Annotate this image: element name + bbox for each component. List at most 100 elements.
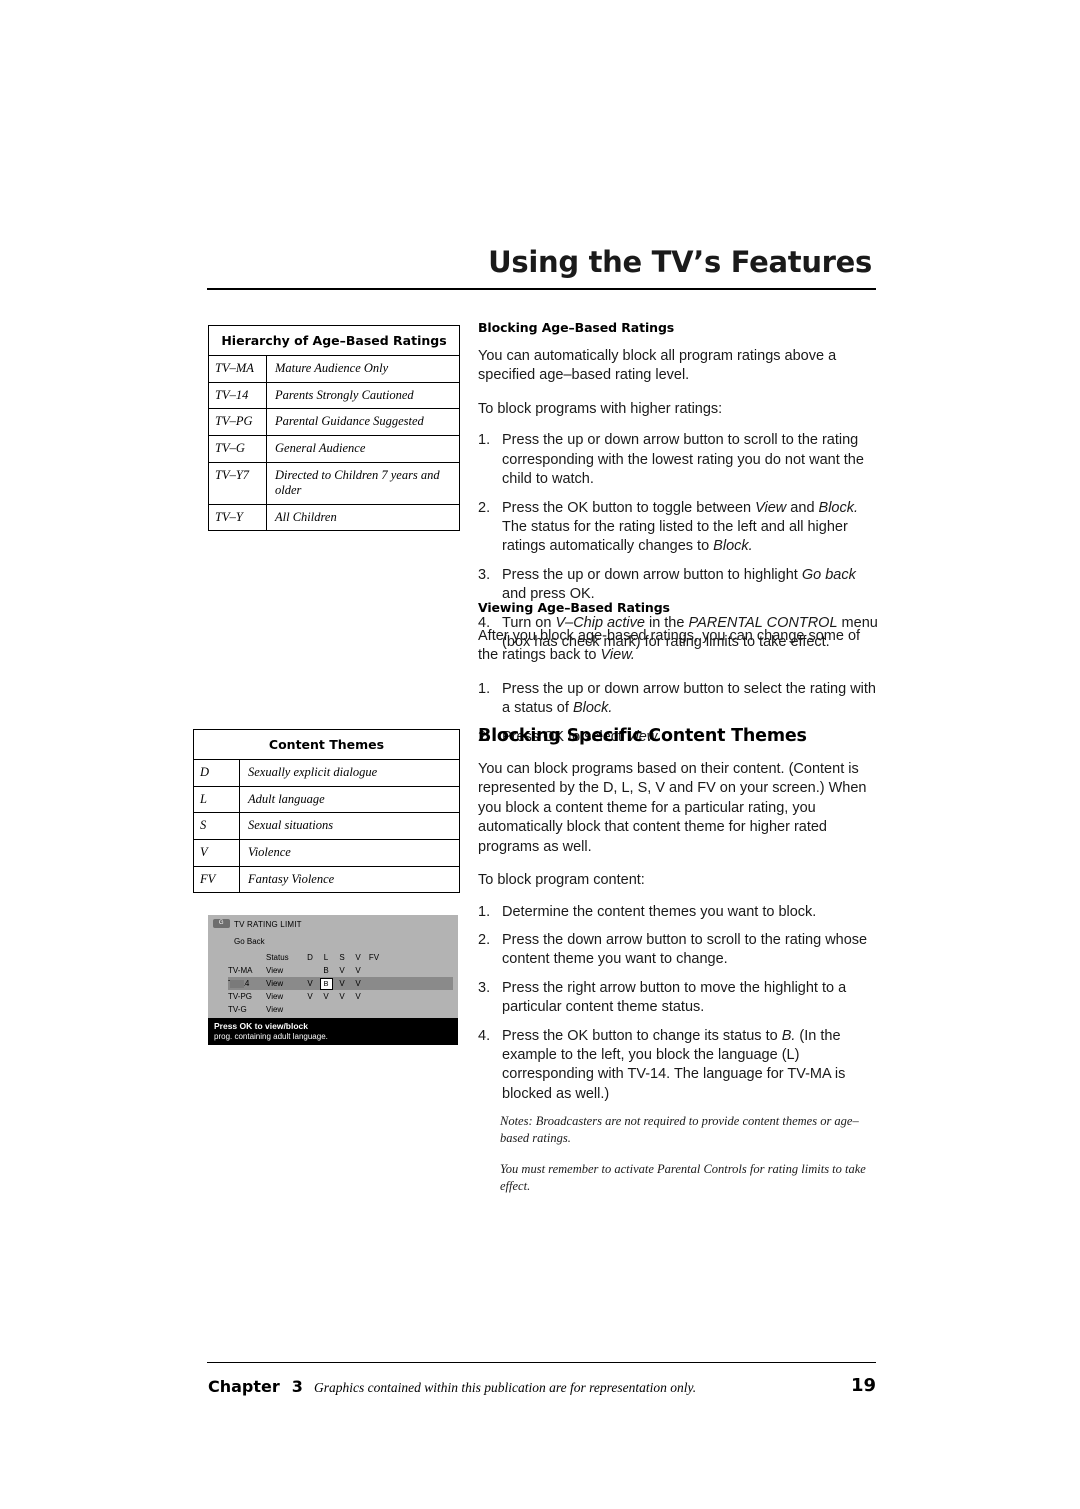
viewing-age-heading: Viewing Age–Based Ratings bbox=[478, 600, 670, 615]
step-text: Press the up or down arrow button to sel… bbox=[502, 680, 876, 717]
viewing-age-intro: After you block age-based ratings, you c… bbox=[478, 628, 861, 664]
tv-row-label: TV-MA bbox=[228, 966, 253, 975]
list-item: 1. Press the up or down arrow button to … bbox=[478, 680, 878, 719]
tv-cell-v[interactable]: V bbox=[350, 979, 366, 988]
col-d: D bbox=[307, 953, 313, 962]
blocking-themes-intro: You can block programs based on their co… bbox=[478, 761, 867, 855]
rating-code: TV–PG bbox=[209, 409, 267, 435]
rating-description: Mature Audience Only bbox=[275, 361, 389, 375]
theme-description: Adult language bbox=[248, 791, 325, 806]
rating-code: TV–G bbox=[209, 435, 267, 462]
list-item: 1. Determine the content themes you want… bbox=[478, 903, 878, 922]
list-item: 2. Press the OK button to toggle between… bbox=[478, 499, 878, 557]
list-item: 2. Press the down arrow button to scroll… bbox=[478, 931, 878, 970]
header-divider bbox=[207, 288, 876, 290]
tv-row-indicator bbox=[230, 979, 244, 988]
tv-grid-row[interactable]: TV-G View bbox=[228, 1003, 453, 1016]
rating-description: Directed to Children 7 years and older bbox=[275, 467, 440, 498]
tv-help-banner: Press OK to view/block prog. containing … bbox=[208, 1018, 458, 1045]
tv-cell-l[interactable]: B bbox=[318, 977, 334, 990]
theme-description: Violence bbox=[248, 844, 291, 859]
table-row: S Sexual situations bbox=[194, 813, 459, 840]
themes-note-1: Notes: Broadcasters are not required to … bbox=[500, 1114, 859, 1146]
step-number: 4. bbox=[478, 1027, 491, 1044]
table-row: TV–G General Audience bbox=[209, 435, 459, 463]
theme-code: S bbox=[194, 813, 240, 839]
list-item: 3. Press the up or down arrow button to … bbox=[478, 566, 878, 605]
tv-help-line1: Press OK to view/block bbox=[214, 1021, 309, 1031]
col-fv: FV bbox=[368, 953, 380, 962]
list-item: 1. Press the up or down arrow button to … bbox=[478, 431, 878, 489]
tv-row-status[interactable]: View bbox=[266, 992, 302, 1001]
step-number: 2. bbox=[478, 931, 491, 948]
footer-chapter: Chapter 3 bbox=[208, 1377, 303, 1396]
step-text: Press the down arrow button to scroll to… bbox=[502, 931, 868, 968]
blocking-age-lead: To block programs with higher ratings: bbox=[478, 400, 723, 417]
step-text: Determine the content themes you want to… bbox=[502, 903, 817, 920]
tv-cell-s[interactable]: V bbox=[334, 979, 350, 988]
step-number: 3. bbox=[478, 566, 491, 583]
tv-row-label: TV-PG bbox=[228, 992, 253, 1001]
tv-cell-v[interactable]: V bbox=[350, 992, 366, 1001]
step-text: Press the up or down arrow button to scr… bbox=[502, 432, 864, 488]
hierarchy-ratings-table: Hierarchy of Age–Based Ratings TV–MA Mat… bbox=[208, 325, 460, 532]
table-row: FV Fantasy Violence bbox=[194, 866, 459, 893]
blocking-age-heading: Blocking Age–Based Ratings bbox=[478, 320, 675, 335]
blocking-themes-heading: Blocking Specific Content Themes bbox=[478, 726, 807, 746]
tv-menu-title: TV RATING LIMIT bbox=[234, 920, 302, 929]
step-number: 2. bbox=[478, 499, 491, 516]
tv-row-label: TV-G bbox=[228, 1005, 247, 1014]
theme-code: V bbox=[194, 839, 240, 866]
tv-brand-logo: G bbox=[213, 919, 230, 928]
theme-code: L bbox=[194, 786, 240, 813]
tv-cell-v[interactable]: V bbox=[350, 966, 366, 975]
tv-grid-row[interactable]: TV-MA View B V V bbox=[228, 964, 453, 977]
hierarchy-table-caption: Hierarchy of Age–Based Ratings bbox=[209, 326, 459, 356]
blocking-age-intro: You can automatically block all program … bbox=[478, 348, 837, 384]
chapter-number: 3 bbox=[291, 1377, 303, 1396]
table-row: D Sexually explicit dialogue bbox=[194, 760, 459, 787]
tv-cell-d[interactable]: V bbox=[302, 992, 318, 1001]
document-page: Using the TV’s Features Hierarchy of Age… bbox=[0, 0, 1080, 1509]
rating-code: TV–14 bbox=[209, 382, 267, 409]
tv-help-line2: prog. containing adult language. bbox=[214, 1032, 328, 1041]
content-themes-table: Content Themes D Sexually explicit dialo… bbox=[193, 729, 460, 894]
tv-cell-s[interactable]: V bbox=[334, 992, 350, 1001]
step-text: Press the right arrow button to move the… bbox=[502, 979, 847, 1016]
tv-row-status[interactable]: View bbox=[266, 1005, 302, 1014]
blocking-themes-section: Blocking Specific Content Themes You can… bbox=[478, 726, 878, 1195]
tv-go-back-item[interactable]: Go Back bbox=[234, 937, 265, 946]
col-v: V bbox=[355, 953, 361, 962]
rating-description: All Children bbox=[275, 509, 337, 524]
tv-grid-row[interactable]: TV-PG View V V V V bbox=[228, 990, 453, 1003]
tv-cell-l[interactable]: V bbox=[318, 992, 334, 1001]
tv-row-status[interactable]: View bbox=[266, 966, 302, 975]
step-number: 3. bbox=[478, 979, 491, 996]
page-number: 19 bbox=[850, 1375, 876, 1396]
rating-description: Parents Strongly Cautioned bbox=[275, 387, 414, 402]
step-text: Press the OK button to change its status… bbox=[502, 1027, 846, 1102]
table-row: L Adult language bbox=[194, 786, 459, 814]
theme-code: D bbox=[194, 760, 240, 786]
table-row: TV–Y All Children bbox=[209, 504, 459, 531]
col-s: S bbox=[339, 953, 345, 962]
table-row: V Violence bbox=[194, 839, 459, 867]
step-text: Press the OK button to toggle between Vi… bbox=[502, 499, 859, 555]
chapter-label: Chapter bbox=[208, 1377, 280, 1396]
tv-cell-l[interactable]: B bbox=[318, 966, 334, 975]
theme-description: Sexually explicit dialogue bbox=[248, 765, 378, 779]
col-l: L bbox=[323, 953, 329, 962]
theme-code: FV bbox=[194, 866, 240, 893]
tv-cell-l-highlight[interactable]: B bbox=[319, 977, 333, 990]
blocking-themes-lead: To block program content: bbox=[478, 872, 645, 889]
page-title: Using the TV’s Features bbox=[488, 245, 872, 279]
themes-note-2: You must remember to activate Parental C… bbox=[500, 1162, 866, 1193]
tv-row-status[interactable]: View bbox=[266, 979, 302, 988]
rating-code: TV–Y bbox=[209, 504, 267, 531]
themes-table-caption: Content Themes bbox=[194, 730, 459, 760]
tv-cell-d[interactable]: V bbox=[302, 979, 318, 988]
step-text: Press the up or down arrow button to hig… bbox=[502, 566, 856, 603]
tv-grid-row-selected[interactable]: TV-14 View V B V V bbox=[228, 977, 453, 990]
table-row: TV–MA Mature Audience Only bbox=[209, 356, 459, 383]
tv-cell-s[interactable]: V bbox=[334, 966, 350, 975]
